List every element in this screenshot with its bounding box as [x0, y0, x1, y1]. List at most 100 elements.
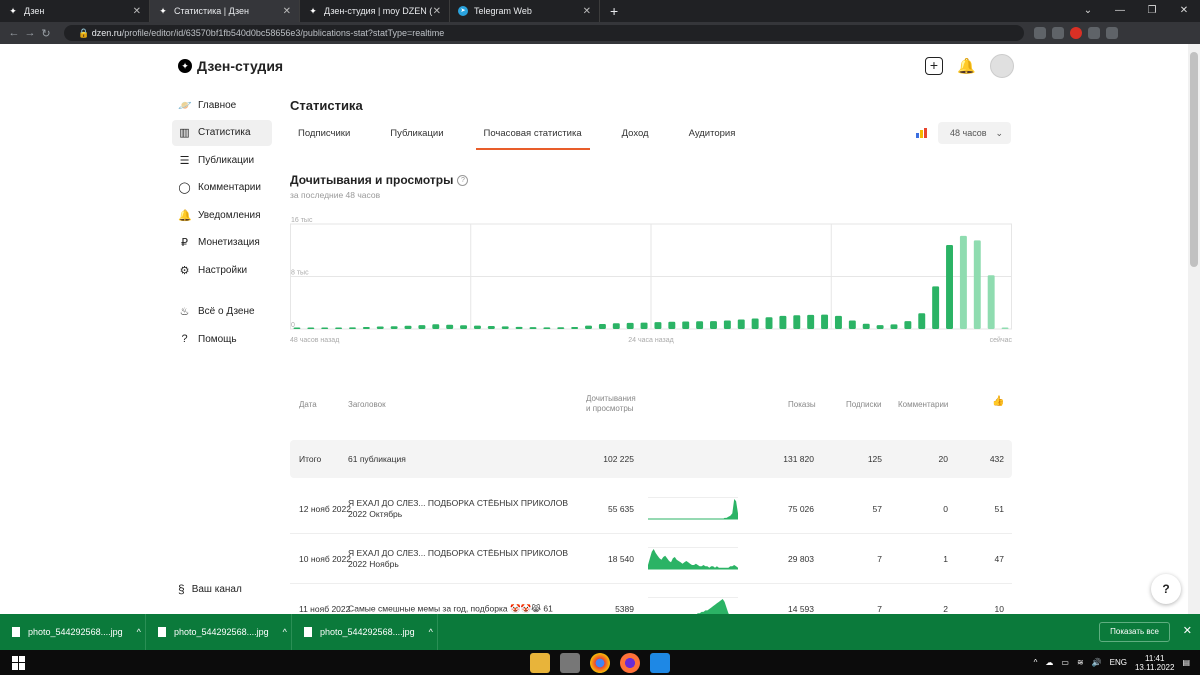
tab-audience[interactable]: Аудитория	[681, 122, 744, 150]
row-subs: 57	[872, 503, 882, 514]
tab-publications[interactable]: Публикации	[382, 122, 451, 150]
show-all-button[interactable]: Показать все	[1099, 622, 1170, 642]
sidebar-item-notifications[interactable]: 🔔 Уведомления	[172, 202, 272, 228]
stats-tabs: Подписчики Публикации Почасовая статисти…	[290, 122, 767, 150]
row-sparkline	[648, 596, 738, 614]
sidebar-item-help[interactable]: ? Помощь	[172, 326, 272, 352]
logo[interactable]: ✦ Дзен-студия	[178, 58, 283, 74]
sidebar-item-comments[interactable]: ◯ Комментарии	[172, 175, 272, 201]
chevron-up-icon[interactable]: ^	[283, 627, 287, 637]
url-input[interactable]: 🔒 dzen.ru/profile/editor/id/63570bf1fb54…	[64, 25, 1024, 41]
share-icon[interactable]	[1034, 27, 1046, 39]
download-item[interactable]: photo_544292568....jpg ^	[0, 614, 146, 650]
volume-icon[interactable]: 🔊	[1092, 658, 1102, 667]
close-tab-icon[interactable]: ✕	[433, 6, 441, 17]
table-row[interactable]: 12 нояб 2022 Я ЕХАЛ ДО СЛЕЗ... ПОДБОРКА …	[290, 484, 1012, 534]
col-shows[interactable]: Показы	[788, 400, 816, 409]
tab-hourly[interactable]: Почасовая статистика	[475, 122, 590, 150]
total-shows: 131 820	[783, 454, 814, 464]
col-subs[interactable]: Подписки	[846, 400, 881, 409]
minimize-icon[interactable]: —	[1104, 0, 1136, 22]
cloud-icon[interactable]: ☁	[1045, 658, 1053, 667]
thumb-up-icon[interactable]: 👍	[992, 396, 1004, 407]
tab-subscribers[interactable]: Подписчики	[290, 122, 358, 150]
chevron-up-icon[interactable]: ^	[429, 627, 433, 637]
extension-icon[interactable]	[1070, 27, 1082, 39]
col-date[interactable]: Дата	[299, 400, 317, 409]
browser-tab-1[interactable]: ✦ Статистика | Дзен ✕	[150, 0, 300, 22]
sidebar-item-channel[interactable]: § Ваш канал	[178, 582, 242, 596]
back-arrow-icon[interactable]: ←	[6, 27, 22, 39]
metrica-bar	[920, 130, 923, 138]
browser-tab-0[interactable]: ✦ Дзен ✕	[0, 0, 150, 22]
close-window-icon[interactable]: ✕	[1168, 0, 1200, 22]
star-icon[interactable]	[1052, 27, 1064, 39]
close-tab-icon[interactable]: ✕	[283, 6, 291, 17]
sidebar-item-monetization[interactable]: ₽ Монетизация	[172, 230, 272, 256]
sidebar-item-publications[interactable]: ☰ Публикации	[172, 147, 272, 173]
sidebar-item-main[interactable]: 🪐 Главное	[172, 92, 272, 118]
folder-icon[interactable]	[530, 653, 550, 673]
stack-icon: ☰	[179, 154, 190, 167]
help-button[interactable]: ?	[1151, 574, 1181, 604]
vscode-icon[interactable]	[650, 653, 670, 673]
col-reads[interactable]: Дочитывания и просмотры	[586, 394, 636, 414]
create-plus-icon[interactable]: +	[925, 57, 943, 75]
notifications-icon[interactable]: ▤	[1182, 658, 1190, 667]
close-tab-icon[interactable]: ✕	[133, 6, 141, 17]
tab-income[interactable]: Доход	[614, 122, 657, 150]
col-comments[interactable]: Комментарии	[898, 400, 948, 409]
chevron-up-icon[interactable]: ^	[1034, 658, 1038, 667]
help-circle-icon[interactable]: ?	[457, 175, 469, 187]
row-title[interactable]: Я ЕХАЛ ДО СЛЕЗ... ПОДБОРКА СТЁБНЫХ ПРИКО…	[348, 548, 568, 570]
reload-icon[interactable]: ↻	[38, 27, 54, 40]
maximize-icon[interactable]: ❐	[1136, 0, 1168, 22]
sidebar-item-label: Комментарии	[198, 182, 261, 193]
download-item[interactable]: photo_544292568....jpg ^	[292, 614, 438, 650]
close-tab-icon[interactable]: ✕	[583, 6, 591, 17]
puzzle-icon[interactable]	[1088, 27, 1100, 39]
chevron-up-icon[interactable]: ^	[137, 627, 141, 637]
table-row[interactable]: 11 нояб 2022 Самые смешные мемы за год, …	[290, 584, 1012, 614]
bell-icon[interactable]: 🔔	[957, 57, 976, 75]
row-title[interactable]: Я ЕХАЛ ДО СЛЕЗ... ПОДБОРКА СТЁБНЫХ ПРИКО…	[348, 498, 568, 520]
scrollbar[interactable]	[1188, 44, 1200, 614]
col-title[interactable]: Заголовок	[348, 400, 386, 409]
sidebar-item-stats[interactable]: ▥ Статистика	[172, 119, 272, 146]
sidebar-item-about[interactable]: ♨ Всё о Дзене	[172, 299, 272, 325]
system-tray: ^ ☁ ▭ ≋ 🔊 ENG 11:41 13.11.2022 ▤	[1034, 650, 1190, 675]
browser-tab-2[interactable]: ✦ Дзен-студия | moy DZEN ( zen ) ✕	[300, 0, 450, 22]
clock[interactable]: 11:41 13.11.2022	[1135, 654, 1174, 672]
metrica-icon[interactable]	[916, 128, 927, 138]
chart-bar	[446, 324, 454, 329]
chart-bar	[390, 326, 398, 329]
language-indicator[interactable]: ENG	[1110, 658, 1127, 667]
forward-arrow-icon[interactable]: →	[22, 27, 38, 39]
close-icon[interactable]: ✕	[1183, 624, 1192, 637]
chart-bar	[973, 240, 981, 329]
chrome-icon[interactable]	[590, 653, 610, 673]
period-select[interactable]: 48 часов ⌄	[938, 122, 1011, 144]
window-controls: ⌄ — ❐ ✕	[1072, 0, 1200, 22]
scrollbar-thumb[interactable]	[1190, 52, 1198, 267]
row-comments: 1	[943, 553, 948, 564]
app-icon[interactable]	[560, 653, 580, 673]
logo-text: Дзен-студия	[197, 58, 284, 74]
table-total-row: Итого 61 публикация 102 225 131 820 125 …	[290, 440, 1012, 478]
downloads-bar: photo_544292568....jpg ^ photo_544292568.…	[0, 614, 1200, 650]
browser-tab-title: Статистика | Дзен	[174, 6, 250, 16]
row-title[interactable]: Самые смешные мемы за год, подборка 🤡🤡😹 …	[348, 603, 568, 614]
avatar[interactable]	[989, 54, 1014, 78]
sidebar-item-settings[interactable]: ⚙ Настройки	[172, 257, 272, 283]
profile-icon[interactable]	[1106, 27, 1118, 39]
battery-icon[interactable]: ▭	[1061, 658, 1069, 667]
browser-tab-3[interactable]: ➤ Telegram Web ✕	[450, 0, 600, 22]
planet-icon: 🪐	[178, 99, 192, 112]
new-tab-icon[interactable]: +	[610, 3, 618, 19]
download-item[interactable]: photo_544292568....jpg ^	[146, 614, 292, 650]
chevron-down-icon[interactable]: ⌄	[1072, 0, 1104, 22]
firefox-icon[interactable]	[620, 653, 640, 673]
table-row[interactable]: 10 нояб 2022 Я ЕХАЛ ДО СЛЕЗ... ПОДБОРКА …	[290, 534, 1012, 584]
windows-start-icon[interactable]	[12, 655, 26, 670]
wifi-icon[interactable]: ≋	[1077, 658, 1084, 667]
